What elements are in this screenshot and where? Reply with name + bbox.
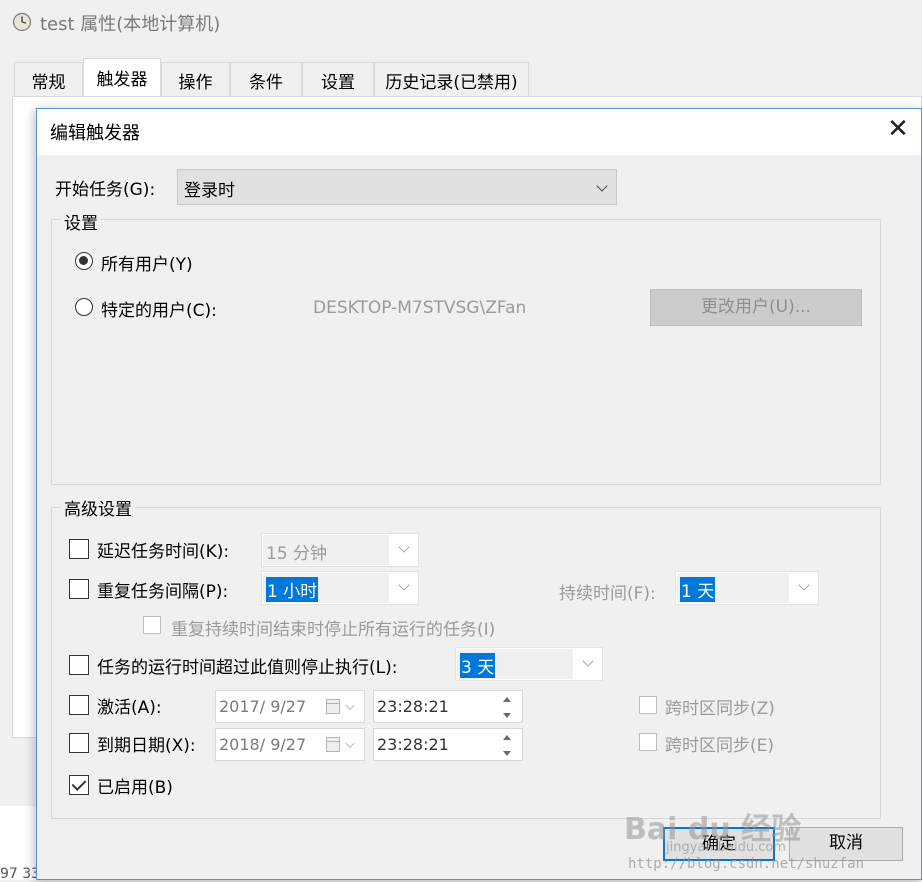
delay-task-label: 延迟任务时间(K): — [97, 542, 230, 562]
stop-if-runs-longer-label: 任务的运行时间超过此值则停止执行(L): — [97, 658, 398, 678]
expire-time-field[interactable]: 23:28:21 — [373, 728, 523, 761]
spin-up-icon[interactable] — [503, 697, 511, 702]
activate-sync-checkbox[interactable] — [639, 696, 657, 714]
tab-history[interactable]: 历史记录(已禁用) — [374, 62, 529, 96]
activate-date-picker[interactable]: 2017/ 9/27 — [215, 690, 365, 723]
cancel-button[interactable]: 取消 — [789, 827, 903, 861]
spin-down-icon[interactable] — [503, 751, 511, 756]
start-task-value: 登录时 — [184, 181, 235, 201]
activate-label: 激活(A): — [97, 698, 162, 718]
duration-value: 1 天 — [680, 577, 716, 602]
chevron-down-icon — [582, 657, 594, 669]
stop-all-tasks-checkbox[interactable] — [143, 616, 161, 634]
delay-task-value: 15 分钟 — [266, 544, 328, 564]
change-user-button[interactable]: 更改用户(U)... — [650, 289, 862, 326]
activate-sync-label: 跨时区同步(Z) — [665, 699, 775, 719]
chevron-down-icon — [345, 740, 355, 750]
dialog-titlebar: 编辑触发器 ✕ — [37, 109, 921, 155]
close-icon[interactable]: ✕ — [883, 115, 913, 145]
chevron-down-icon — [345, 702, 355, 712]
enabled-checkbox[interactable] — [69, 775, 89, 795]
expire-sync-label: 跨时区同步(E) — [665, 736, 775, 756]
repeat-interval-value: 1 小时 — [266, 577, 319, 602]
repeat-interval-select[interactable]: 1 小时 — [261, 571, 419, 605]
stop-if-runs-longer-checkbox[interactable] — [69, 655, 89, 675]
tab-conditions[interactable]: 条件 — [230, 62, 302, 96]
expire-sync-checkbox[interactable] — [639, 733, 657, 751]
window-titlebar: test 属性(本地计算机) — [0, 0, 922, 44]
all-users-radio[interactable] — [75, 252, 93, 270]
ok-button[interactable]: 确定 — [663, 827, 775, 861]
task-scheduler-icon — [12, 12, 32, 32]
tab-settings[interactable]: 设置 — [302, 62, 374, 96]
stop-if-value: 3 天 — [460, 653, 496, 678]
activate-checkbox[interactable] — [69, 695, 89, 715]
window-title: test 属性(本地计算机) — [40, 14, 221, 35]
stop-all-tasks-label: 重复持续时间结束时停止所有运行的任务(I) — [171, 620, 496, 640]
user-name: DESKTOP-M7STVSG\ZFan — [313, 298, 527, 318]
expire-label: 到期日期(X): — [97, 736, 196, 756]
all-users-label: 所有用户(Y) — [101, 255, 193, 275]
tab-actions[interactable]: 操作 — [161, 62, 230, 96]
tab-general[interactable]: 常规 — [14, 62, 83, 96]
start-task-label: 开始任务(G): — [55, 180, 156, 200]
activate-time-value: 23:28:21 — [377, 697, 449, 716]
specific-user-label: 特定的用户(C): — [101, 301, 217, 321]
repeat-task-label: 重复任务间隔(P): — [97, 582, 229, 602]
chevron-down-icon — [398, 543, 410, 555]
enabled-label: 已启用(B) — [97, 778, 173, 798]
expire-checkbox[interactable] — [69, 733, 89, 753]
specific-user-radio[interactable] — [75, 298, 93, 316]
spin-up-icon[interactable] — [503, 735, 511, 740]
settings-group-title: 设置 — [61, 209, 101, 234]
expire-date-value: 2018/ 9/27 — [219, 735, 307, 754]
tab-triggers[interactable]: 触发器 — [83, 58, 161, 98]
advanced-settings-title: 高级设置 — [61, 495, 135, 520]
expire-time-value: 23:28:21 — [377, 735, 449, 754]
calendar-icon[interactable] — [326, 699, 340, 714]
chevron-down-icon — [398, 581, 410, 593]
activate-date-value: 2017/ 9/27 — [219, 697, 307, 716]
activate-time-field[interactable]: 23:28:21 — [373, 690, 523, 723]
calendar-icon[interactable] — [326, 737, 340, 752]
stop-if-select[interactable]: 3 天 — [455, 647, 603, 681]
expire-date-picker[interactable]: 2018/ 9/27 — [215, 728, 365, 761]
start-task-select[interactable]: 登录时 — [177, 169, 617, 205]
chevron-down-icon — [798, 581, 810, 593]
spin-down-icon[interactable] — [503, 713, 511, 718]
duration-label: 持续时间(F): — [559, 584, 656, 604]
time-spinner[interactable] — [498, 729, 518, 760]
delay-task-checkbox[interactable] — [69, 539, 89, 559]
dialog-title: 编辑触发器 — [50, 123, 140, 144]
time-spinner[interactable] — [498, 691, 518, 722]
edit-trigger-dialog: 编辑触发器 ✕ 开始任务(G): 登录时 设置 所有用户(Y) 特定的用户(C)… — [36, 108, 922, 880]
chevron-down-icon — [596, 182, 608, 194]
delay-task-select[interactable]: 15 分钟 — [261, 533, 419, 567]
repeat-task-checkbox[interactable] — [69, 579, 89, 599]
duration-select[interactable]: 1 天 — [675, 571, 819, 605]
